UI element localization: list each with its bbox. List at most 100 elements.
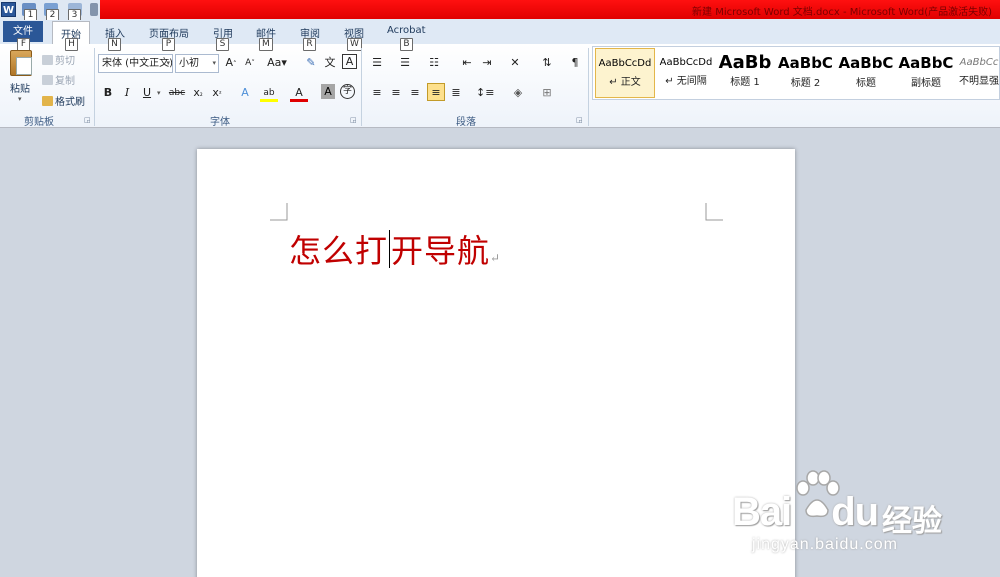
customize-qat-icon[interactable] [90, 3, 98, 16]
underline-dropdown-icon[interactable]: ▾ [157, 89, 161, 97]
baidu-logo-text: Bai du [732, 490, 879, 535]
paragraph-group-label: 段落 [456, 117, 476, 128]
show-hide-marks-button[interactable]: ¶ [566, 54, 584, 72]
borders-button[interactable]: ⊞ [538, 84, 556, 102]
paste-button-label[interactable]: 粘贴 [10, 80, 30, 95]
paragraph-launcher-icon[interactable]: ◲ [576, 116, 583, 124]
style-name: 标题 [856, 78, 876, 89]
text-caret [389, 230, 391, 268]
paste-icon[interactable] [10, 50, 32, 76]
copy-icon [42, 75, 53, 85]
baidu-logo-left: Bai [732, 490, 792, 534]
paste-dropdown-icon[interactable]: ▾ [18, 95, 22, 103]
format-painter-label: 格式刷 [55, 97, 85, 108]
style-sample: AaBbC [778, 54, 833, 72]
style-sample: AaBbCcDd [598, 58, 652, 69]
font-size-combo[interactable]: 小初 ▾ [175, 54, 219, 73]
line-spacing-button[interactable]: ↕≡ [476, 84, 494, 102]
phonetic-guide-icon[interactable]: 文 [321, 54, 339, 72]
cut-label: 剪切 [55, 56, 75, 67]
justify-button[interactable]: ≡ [427, 83, 445, 101]
keytip-home: H [65, 38, 78, 51]
jingyan-label: 经验 [882, 504, 942, 539]
group-divider [94, 48, 95, 126]
bullets-button[interactable]: ☰ [368, 54, 386, 72]
change-case-button[interactable]: Aa▾ [266, 54, 288, 72]
bold-button[interactable]: B [99, 84, 117, 102]
cut-button[interactable]: 剪切 [42, 52, 75, 67]
clipboard-group-label: 剪贴板 [24, 117, 54, 128]
font-name-value: 宋体 (中文正文) [102, 58, 173, 69]
style-normal[interactable]: AaBbCcDd ↵ 正文 [595, 48, 655, 98]
brush-icon [42, 96, 53, 106]
style-name: 副标题 [911, 78, 941, 89]
style-heading-1[interactable]: AaBb 标题 1 [717, 48, 773, 98]
font-name-combo[interactable]: 宋体 (中文正文) ▾ [98, 54, 173, 73]
style-sample: AaBbCc [959, 57, 999, 68]
align-center-button[interactable]: ≡ [387, 84, 405, 102]
style-no-spacing[interactable]: AaBbCcDd ↵ 无间隔 [657, 48, 715, 98]
style-sample: AaBbC [838, 54, 894, 72]
keytip-mailings: M [259, 38, 273, 51]
font-color-button[interactable]: A [290, 84, 308, 102]
font-size-value: 小初 [179, 58, 199, 69]
style-subtitle[interactable]: AaBbC 副标题 [898, 48, 954, 98]
shrink-font-button[interactable]: A˅ [241, 54, 259, 72]
window-title: 新建 Microsoft Word 文档.docx - Microsoft Wo… [692, 7, 992, 18]
style-sample: AaBb [718, 52, 772, 73]
text-before-caret: 怎么打 [289, 232, 389, 270]
format-painter-button[interactable]: 格式刷 [42, 93, 85, 108]
style-subtle-emphasis[interactable]: AaBbCc 不明显强 [958, 48, 1000, 98]
clear-formatting-icon[interactable]: ✎ [302, 54, 320, 72]
style-name: 不明显强 [959, 76, 999, 87]
style-name: 标题 1 [730, 77, 760, 88]
superscript-button[interactable]: x² [208, 84, 226, 102]
underline-button[interactable]: U [138, 84, 156, 102]
strikethrough-button[interactable]: abc [168, 84, 186, 102]
crop-mark-top-left [270, 203, 288, 221]
keytip-review: R [303, 38, 316, 51]
shading-button[interactable]: ◈ [509, 84, 527, 102]
style-name: ↵ 正文 [609, 77, 641, 88]
numbering-button[interactable]: ☰ [396, 54, 414, 72]
keytip-references: S [216, 38, 229, 51]
decrease-indent-button[interactable]: ⇤ [458, 54, 476, 72]
align-left-button[interactable]: ≡ [368, 84, 386, 102]
word-logo-icon[interactable]: W [1, 2, 16, 17]
text-effects-button[interactable]: A [236, 84, 254, 102]
tab-acrobat[interactable]: Acrobat [387, 25, 426, 36]
font-group-label: 字体 [210, 117, 230, 128]
style-title[interactable]: AaBbC 标题 [838, 48, 894, 98]
character-shading-button[interactable]: A [321, 84, 335, 99]
style-sample: AaBbCcDd [659, 57, 713, 68]
grow-font-button[interactable]: A˄ [222, 54, 240, 72]
keytip-view: W [347, 38, 362, 51]
group-divider [588, 48, 589, 126]
keytip-acrobat: B [400, 38, 413, 51]
multilevel-list-button[interactable]: ☷ [425, 54, 443, 72]
document-body-text[interactable]: 怎么打开导航↵ [289, 226, 501, 272]
subscript-button[interactable]: x₂ [189, 84, 207, 102]
style-heading-2[interactable]: AaBbC 标题 2 [778, 48, 833, 98]
chevron-down-icon: ▾ [212, 59, 216, 67]
align-right-button[interactable]: ≡ [406, 84, 424, 102]
style-name: 标题 2 [790, 78, 821, 89]
increase-indent-button[interactable]: ⇥ [478, 54, 496, 72]
chinese-layout-button[interactable]: ✕ [506, 54, 524, 72]
enclose-characters-button[interactable]: 字 [340, 84, 355, 99]
style-name: ↵ 无间隔 [665, 76, 707, 87]
highlight-color-button[interactable]: ab [260, 84, 278, 102]
copy-label: 复制 [55, 76, 75, 87]
distributed-button[interactable]: ≣ [447, 84, 465, 102]
style-sample: AaBbC [898, 54, 954, 72]
sort-button[interactable]: ⇅ [538, 54, 556, 72]
font-launcher-icon[interactable]: ◲ [350, 116, 357, 124]
clipboard-launcher-icon[interactable]: ◲ [84, 116, 91, 124]
character-border-icon[interactable]: A [342, 54, 357, 69]
title-bar: 新建 Microsoft Word 文档.docx - Microsoft Wo… [0, 0, 1000, 20]
chevron-down-icon: ▾ [166, 59, 170, 67]
copy-button[interactable]: 复制 [42, 72, 75, 87]
italic-button[interactable]: I [118, 84, 136, 102]
baidu-jingyan-watermark: Bai du 经验 jingyan.baidu.com [732, 470, 972, 560]
keytip-page-layout: P [162, 38, 175, 51]
